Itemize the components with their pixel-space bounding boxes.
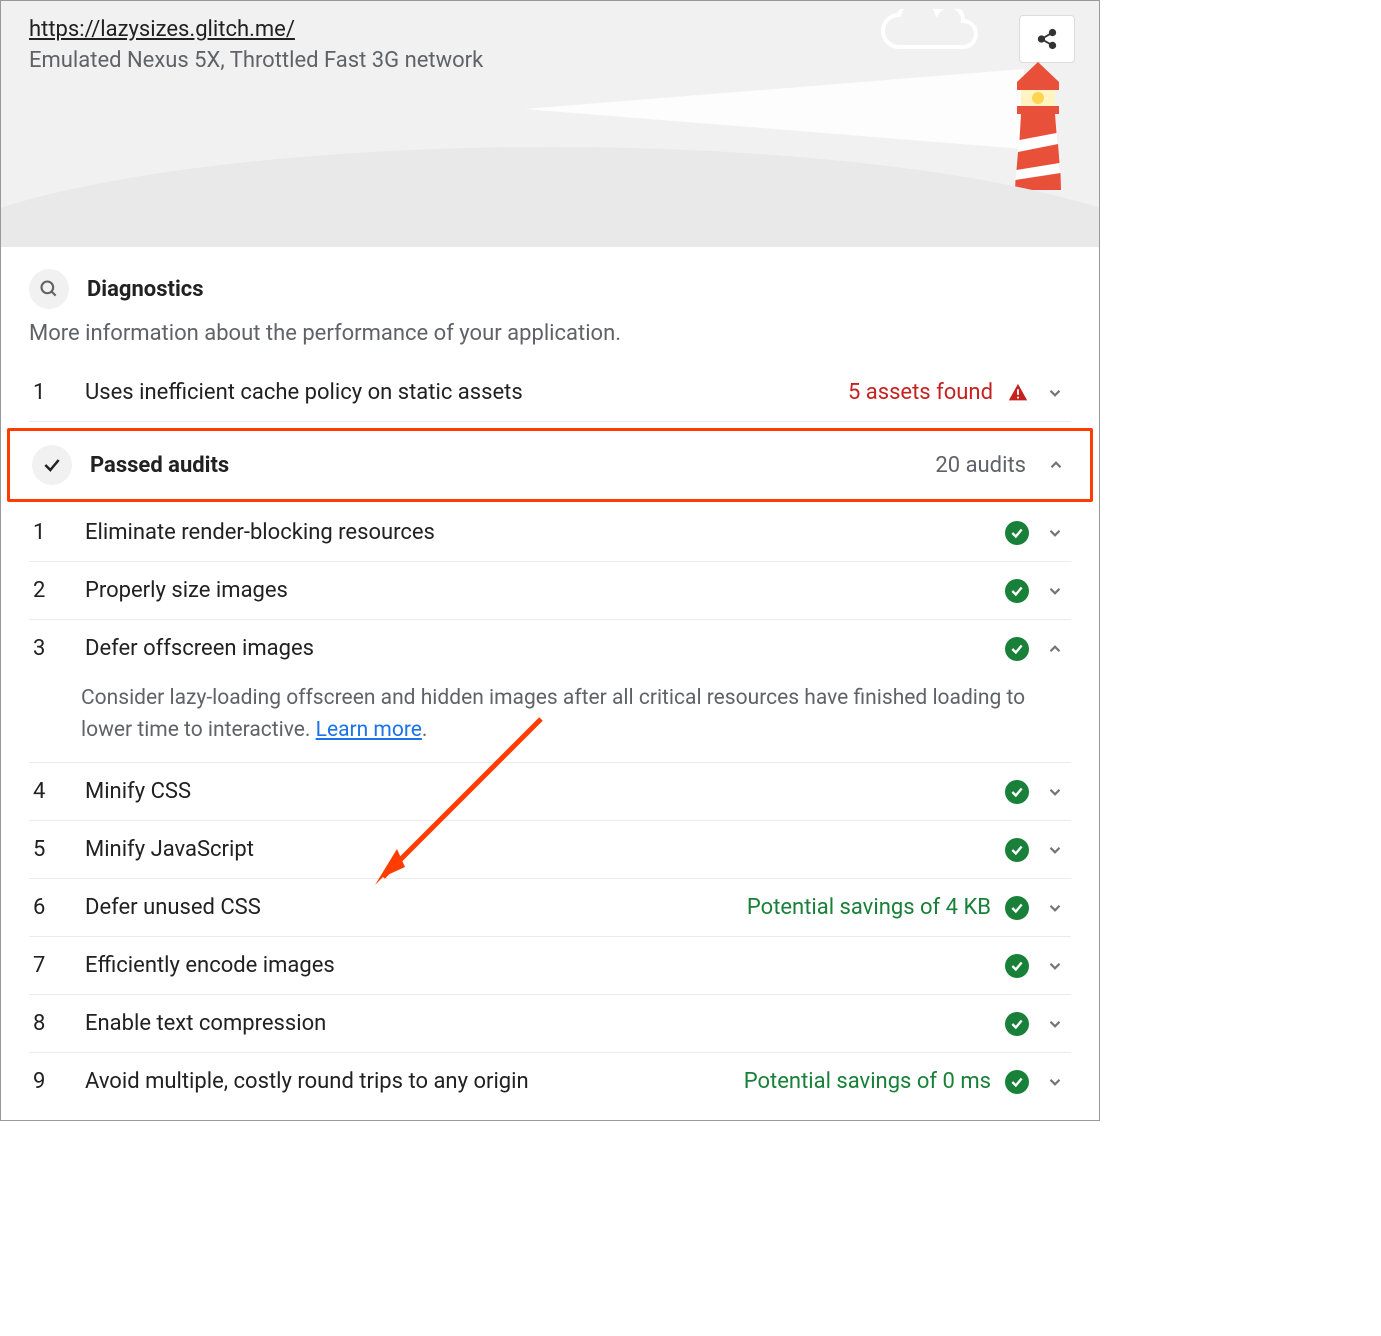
row-title: Minify JavaScript: [85, 837, 989, 862]
share-icon: [1036, 28, 1058, 50]
search-icon: [29, 269, 69, 309]
report-body: Diagnostics More information about the p…: [1, 247, 1099, 1120]
chevron-down-icon: [1043, 1073, 1067, 1091]
row-title: Minify CSS: [85, 779, 989, 804]
row-number: 9: [33, 1069, 69, 1094]
row-status-text: 5 assets found: [848, 380, 993, 405]
passed-audit-row[interactable]: 7 Efficiently encode images: [29, 937, 1071, 995]
passed-audit-row[interactable]: 9 Avoid multiple, costly round trips to a…: [29, 1053, 1071, 1110]
row-savings-text: Potential savings of 4 KB: [747, 895, 991, 920]
diagnostics-description: More information about the performance o…: [29, 321, 1071, 346]
row-number: 1: [33, 380, 69, 405]
row-title: Properly size images: [85, 578, 989, 603]
row-title: Efficiently encode images: [85, 953, 989, 978]
pass-badge-icon: [1005, 896, 1029, 920]
row-number: 7: [33, 953, 69, 978]
pass-badge-icon: [1005, 579, 1029, 603]
chevron-up-icon: [1044, 456, 1068, 474]
passed-audit-row[interactable]: 1 Eliminate render-blocking resources: [29, 504, 1071, 562]
share-button[interactable]: [1019, 15, 1075, 63]
row-number: 6: [33, 895, 69, 920]
passed-audits-highlight: Passed audits 20 audits: [7, 428, 1093, 502]
passed-audit-row[interactable]: 6 Defer unused CSS Potential savings of 4 …: [29, 879, 1071, 937]
row-number: 1: [33, 520, 69, 545]
chevron-down-icon: [1043, 524, 1067, 542]
passed-audit-row[interactable]: 3 Defer offscreen images: [29, 620, 1071, 677]
chevron-down-icon: [1043, 957, 1067, 975]
pass-badge-icon: [1005, 954, 1029, 978]
pass-badge-icon: [1005, 521, 1029, 545]
diagnostics-title: Diagnostics: [87, 277, 204, 302]
chevron-down-icon: [1043, 582, 1067, 600]
learn-more-link[interactable]: Learn more: [316, 718, 422, 742]
passed-audits-list: 1 Eliminate render-blocking resources 2 Pro…: [29, 504, 1071, 1110]
passed-audit-row[interactable]: 2 Properly size images: [29, 562, 1071, 620]
row-number: 5: [33, 837, 69, 862]
audit-detail-text: Consider lazy-loading offscreen and hidd…: [29, 677, 1071, 763]
pass-badge-icon: [1005, 780, 1029, 804]
pass-badge-icon: [1005, 637, 1029, 661]
row-title: Defer offscreen images: [85, 636, 989, 661]
check-icon: [32, 445, 72, 485]
row-number: 4: [33, 779, 69, 804]
pass-badge-icon: [1005, 1070, 1029, 1094]
row-title: Uses inefficient cache policy on static …: [85, 380, 832, 405]
row-title: Enable text compression: [85, 1011, 989, 1036]
row-number: 8: [33, 1011, 69, 1036]
chevron-up-icon: [1043, 640, 1067, 658]
warning-icon: [1007, 382, 1029, 404]
diagnostic-row[interactable]: 1 Uses inefficient cache policy on stati…: [29, 364, 1071, 422]
row-title: Eliminate render-blocking resources: [85, 520, 989, 545]
diagnostics-header: Diagnostics: [29, 269, 1071, 309]
row-title: Avoid multiple, costly round trips to an…: [85, 1069, 728, 1094]
chevron-down-icon: [1043, 783, 1067, 801]
passed-audits-title: Passed audits: [90, 453, 917, 478]
row-number: 2: [33, 578, 69, 603]
chevron-down-icon: [1043, 841, 1067, 859]
passed-audits-count: 20 audits: [935, 453, 1026, 478]
passed-audit-row[interactable]: 8 Enable text compression: [29, 995, 1071, 1053]
row-savings-text: Potential savings of 0 ms: [744, 1069, 991, 1094]
chevron-down-icon: [1043, 1015, 1067, 1033]
row-title: Defer unused CSS: [85, 895, 731, 920]
lighthouse-logo: [1003, 62, 1073, 197]
pass-badge-icon: [1005, 1012, 1029, 1036]
passed-audit-row[interactable]: 4 Minify CSS: [29, 763, 1071, 821]
chevron-down-icon: [1043, 899, 1067, 917]
report-header: https://lazysizes.glitch.me/ Emulated Ne…: [1, 1, 1099, 247]
report-url-link[interactable]: https://lazysizes.glitch.me/: [29, 17, 295, 42]
passed-audits-header[interactable]: Passed audits 20 audits: [28, 431, 1072, 499]
cloud-icon: [879, 9, 999, 57]
pass-badge-icon: [1005, 838, 1029, 862]
row-number: 3: [33, 636, 69, 661]
chevron-down-icon: [1043, 384, 1067, 402]
passed-audit-row[interactable]: 5 Minify JavaScript: [29, 821, 1071, 879]
hill-decoration: [1, 147, 1099, 247]
light-beam: [524, 69, 1024, 149]
